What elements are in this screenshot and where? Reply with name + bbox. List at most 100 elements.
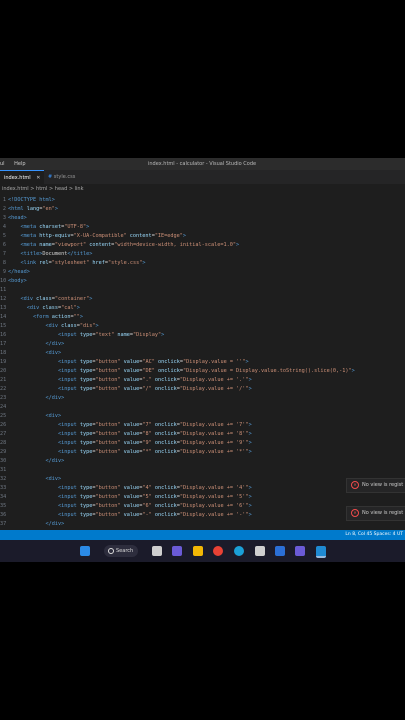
code-token: "6" [142,503,152,509]
line-number: 9 [2,269,6,275]
code-token: content [126,233,152,239]
code-token: <input [8,377,80,383]
line-number: 11 [0,287,7,293]
code-line[interactable]: 17 </div> [0,340,405,349]
code-line[interactable]: 24 [0,403,405,412]
code-line[interactable]: 27 <input type="button" value="8" onclic… [0,430,405,439]
code-editor[interactable]: 1 <!DOCTYPE html> 2 <html lang="en"> 3 <head>… [0,196,405,530]
code-line[interactable]: 15 <div class="dis"> [0,322,405,331]
code-line[interactable]: 28 <input type="button" value="9" onclic… [0,439,405,448]
code-line[interactable]: 31 [0,466,405,475]
code-line[interactable]: 32 <div> [0,475,405,484]
code-text: <input type="button" value="/" onclick="… [8,385,252,394]
code-line[interactable]: 30 </div> [0,457,405,466]
code-token: "Display.value += '7'" [179,422,249,428]
code-line[interactable]: 23 </div> [0,394,405,403]
task-view-icon[interactable] [152,546,162,556]
code-token: <input [8,494,80,500]
code-token: value [120,440,140,446]
code-line[interactable]: 21 <input type="button" value="." onclic… [0,376,405,385]
tab-style-css[interactable]: # style.css [44,170,79,184]
code-token: onclick [154,359,180,365]
code-token: > [248,512,252,518]
code-token: value [120,377,140,383]
code-line[interactable]: 3 <head> [0,214,405,223]
status-cursor-position[interactable]: Ln 8, Col 45 Spaces: 4 UT [345,530,403,540]
notification-toast[interactable]: ✕ No view is regist [346,506,405,521]
code-text: <input type="button" value="8" onclick="… [8,430,252,439]
notification-toast[interactable]: ✕ No view is regist [346,478,405,493]
code-token: "button" [95,449,121,455]
code-line[interactable]: 4 <meta charset="UTF-8"> [0,223,405,232]
code-token: type [79,359,93,365]
code-text: <div> [8,349,61,358]
code-line[interactable]: 5 <meta http-equiv="X-UA-Compatible" con… [0,232,405,241]
error-icon: ✕ [351,480,359,489]
tab-index-html[interactable]: index.html ✕ [0,170,45,185]
line-number: 22 [0,386,7,392]
breadcrumb[interactable]: index.html > html > head > link [0,184,405,194]
code-line[interactable]: 19 <input type="button" value="AC" oncli… [0,358,405,367]
code-line[interactable]: 14 <form action=""> [0,313,405,322]
code-line[interactable]: 7 <title>Document</title> [0,250,405,259]
code-line[interactable]: 33 <input type="button" value="4" onclic… [0,484,405,493]
code-text: </div> [8,394,64,403]
code-line[interactable]: 35 <input type="button" value="6" onclic… [0,502,405,511]
line-number: 24 [0,404,7,410]
file-explorer-icon[interactable] [193,546,203,556]
code-line[interactable]: 6 <meta name="viewport" content="width=d… [0,241,405,250]
code-token: Document [42,251,68,257]
line-number: 6 [2,242,6,248]
code-line[interactable]: 22 <input type="button" value="/" onclic… [0,385,405,394]
code-token: <meta [8,242,40,248]
code-line[interactable]: 16 <input type="text" name="Display"> [0,331,405,340]
code-line[interactable]: 11 [0,286,405,295]
code-token: > [142,260,146,266]
edge-icon[interactable] [234,546,244,556]
code-line[interactable]: 25 <div> [0,412,405,421]
code-line[interactable]: 37 </div> [0,520,405,529]
vscode-icon[interactable] [316,546,326,558]
app-icon[interactable] [275,546,285,556]
windows-start-icon[interactable] [80,546,90,556]
code-line[interactable]: 29 <input type="button" value="*" onclic… [0,448,405,457]
code-token: lang [26,206,40,212]
code-token: > [248,377,252,383]
code-token: onclick [151,386,177,392]
code-token: > [248,386,252,392]
code-line[interactable]: 20 <input type="button" value="DE" oncli… [0,367,405,376]
taskbar-search[interactable]: Search [104,545,138,557]
code-line[interactable]: 13 <div class="cal"> [0,304,405,313]
store-icon[interactable] [255,546,265,556]
code-line[interactable]: 34 <input type="button" value="5" onclic… [0,493,405,502]
code-line[interactable]: 36 <input type="button" value="-" onclic… [0,511,405,520]
menu-item-partial[interactable]: ul [0,161,5,167]
code-line[interactable]: 9 </head> [0,268,405,277]
menu-bar: ul Help [0,161,34,167]
code-line[interactable]: 18 <div> [0,349,405,358]
code-token: <head> [8,215,27,221]
code-token: <input [8,359,80,365]
line-number: 5 [2,233,6,239]
close-icon[interactable]: ✕ [36,175,40,181]
line-number: 25 [0,413,7,419]
menu-item-help[interactable]: Help [14,161,25,167]
code-line[interactable]: 8 <link rel="stylesheet" href="style.css… [0,259,405,268]
code-line[interactable]: 2 <html lang="en"> [0,205,405,214]
code-line[interactable]: 1 <!DOCTYPE html> [0,196,405,205]
visual-studio-icon[interactable] [295,546,305,556]
code-line[interactable]: 26 <input type="button" value="7" onclic… [0,421,405,430]
teams-icon[interactable] [172,546,182,556]
code-token: <input [8,332,80,338]
line-number: 35 [0,503,7,509]
code-text: <link rel="stylesheet" href="style.css"> [8,259,145,268]
code-token: "style.css" [107,260,143,266]
code-token: value [120,512,140,518]
code-token: > [248,503,252,509]
code-token: <input [8,422,80,428]
code-token: "button" [95,377,121,383]
code-line[interactable]: 10 <body> [0,277,405,286]
chrome-icon[interactable] [213,546,223,556]
code-line[interactable]: 12 <div class="container"> [0,295,405,304]
code-token: "UTF-8" [64,224,87,230]
